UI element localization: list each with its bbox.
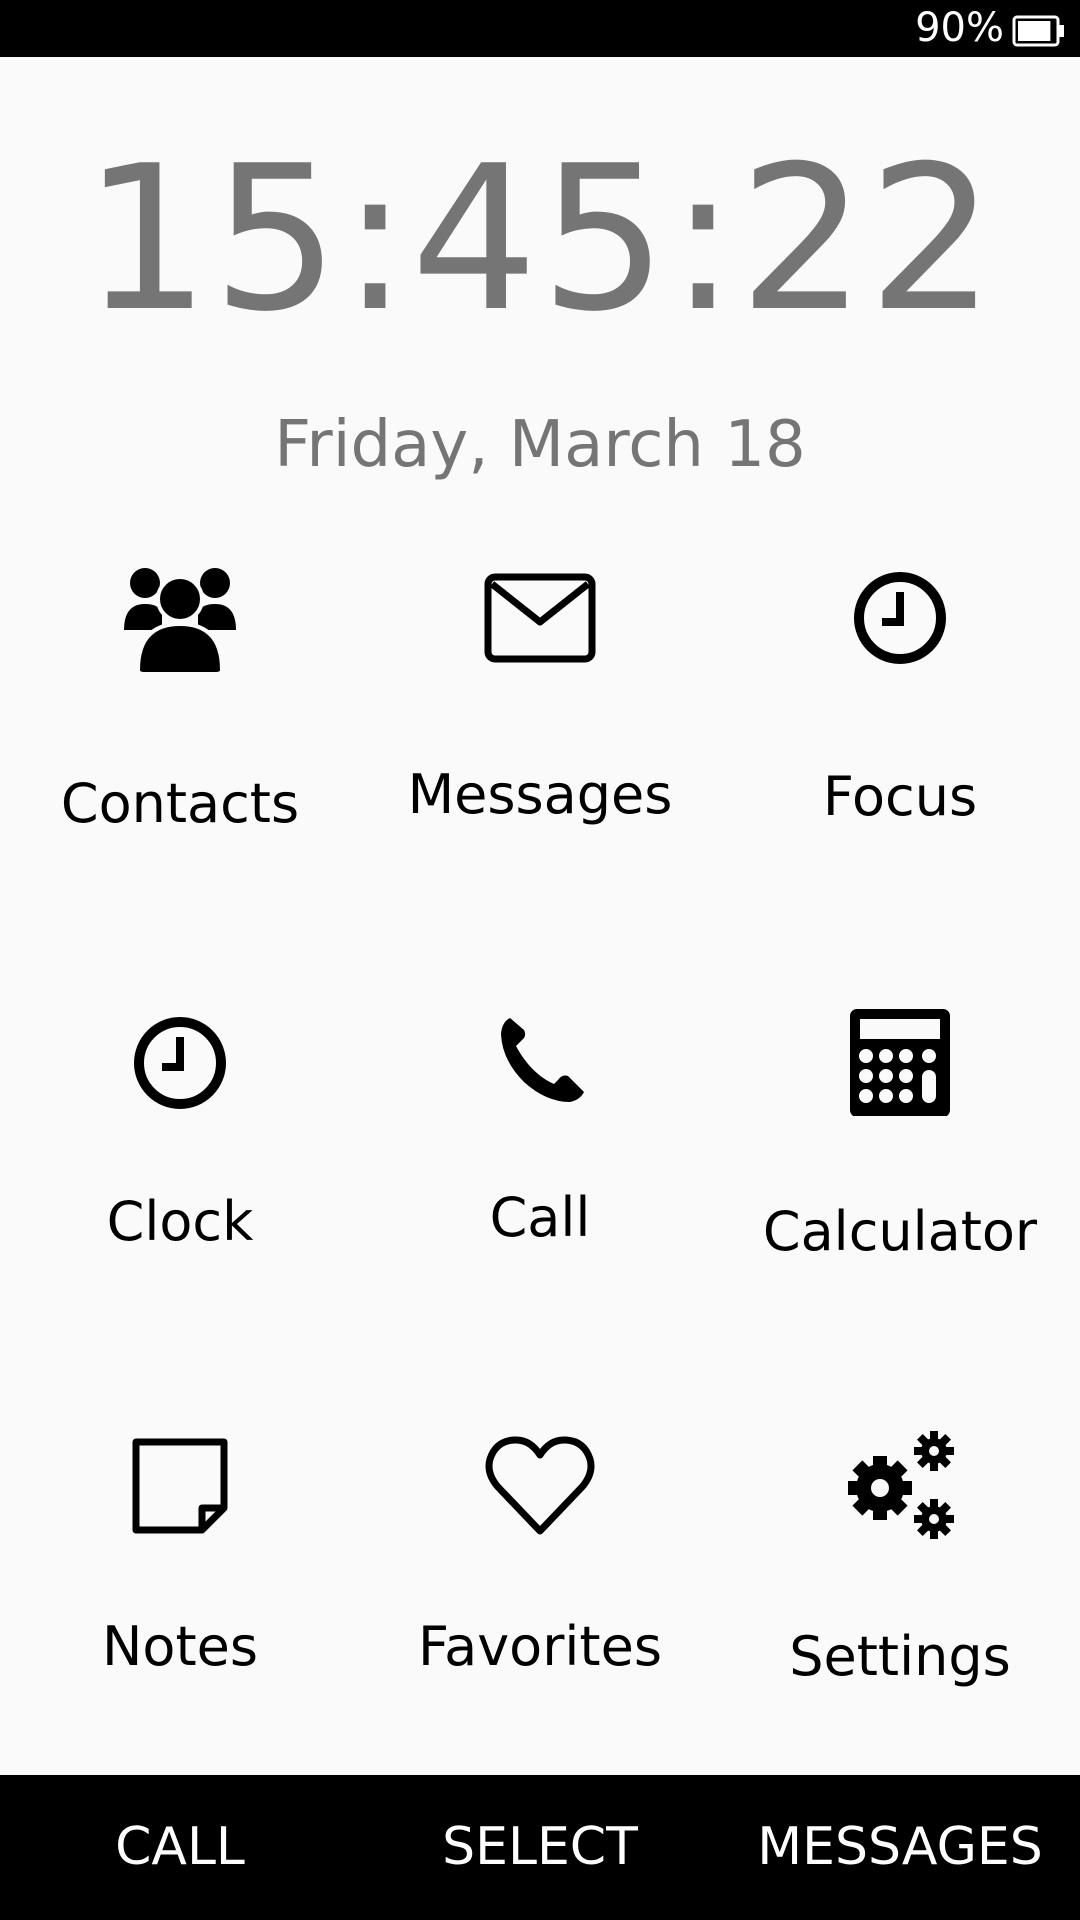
app-label-call: Call [489, 1186, 591, 1249]
app-notes[interactable]: Notes [0, 1425, 360, 1725]
app-label-contacts: Contacts [60, 772, 300, 835]
envelope-icon [482, 560, 598, 676]
app-messages[interactable]: Messages [360, 560, 720, 860]
softkey-bar: CALL SELECT MESSAGES [0, 1775, 1080, 1920]
battery-icon [1012, 15, 1066, 47]
softkey-right-messages[interactable]: MESSAGES [720, 1775, 1080, 1920]
app-label-notes: Notes [102, 1615, 258, 1678]
heart-icon [482, 1425, 598, 1541]
gears-icon [842, 1425, 958, 1541]
app-call[interactable]: Call [360, 1000, 720, 1300]
app-label-messages: Messages [407, 763, 673, 826]
clock-icon [122, 1000, 238, 1116]
softkey-left-call[interactable]: CALL [0, 1775, 360, 1920]
note-icon [122, 1425, 238, 1541]
app-focus[interactable]: Focus [720, 560, 1080, 860]
clock-date: Friday, March 18 [274, 408, 806, 482]
app-calculator[interactable]: Calculator [720, 1000, 1080, 1300]
app-settings[interactable]: Settings [720, 1425, 1080, 1725]
softkey-center-select[interactable]: SELECT [360, 1775, 720, 1920]
app-contacts[interactable]: Contacts [0, 560, 360, 860]
app-label-focus: Focus [822, 765, 978, 828]
app-label-calculator: Calculator [762, 1200, 1038, 1263]
app-label-favorites: Favorites [418, 1615, 662, 1678]
home-screen: 90% 15:45:22 Friday, March 18 Contacts M… [0, 0, 1080, 1920]
app-favorites[interactable]: Favorites [360, 1425, 720, 1725]
app-label-clock: Clock [106, 1190, 254, 1253]
app-label-settings: Settings [789, 1625, 1011, 1688]
status-bar: 90% [0, 0, 1080, 57]
phone-icon [482, 1000, 598, 1116]
battery-percentage: 90% [915, 5, 1004, 51]
clock-time: 15:45:22 [82, 123, 998, 356]
contacts-icon [122, 560, 238, 676]
calculator-icon [842, 1000, 958, 1116]
app-clock[interactable]: Clock [0, 1000, 360, 1300]
clock-icon [842, 560, 958, 676]
